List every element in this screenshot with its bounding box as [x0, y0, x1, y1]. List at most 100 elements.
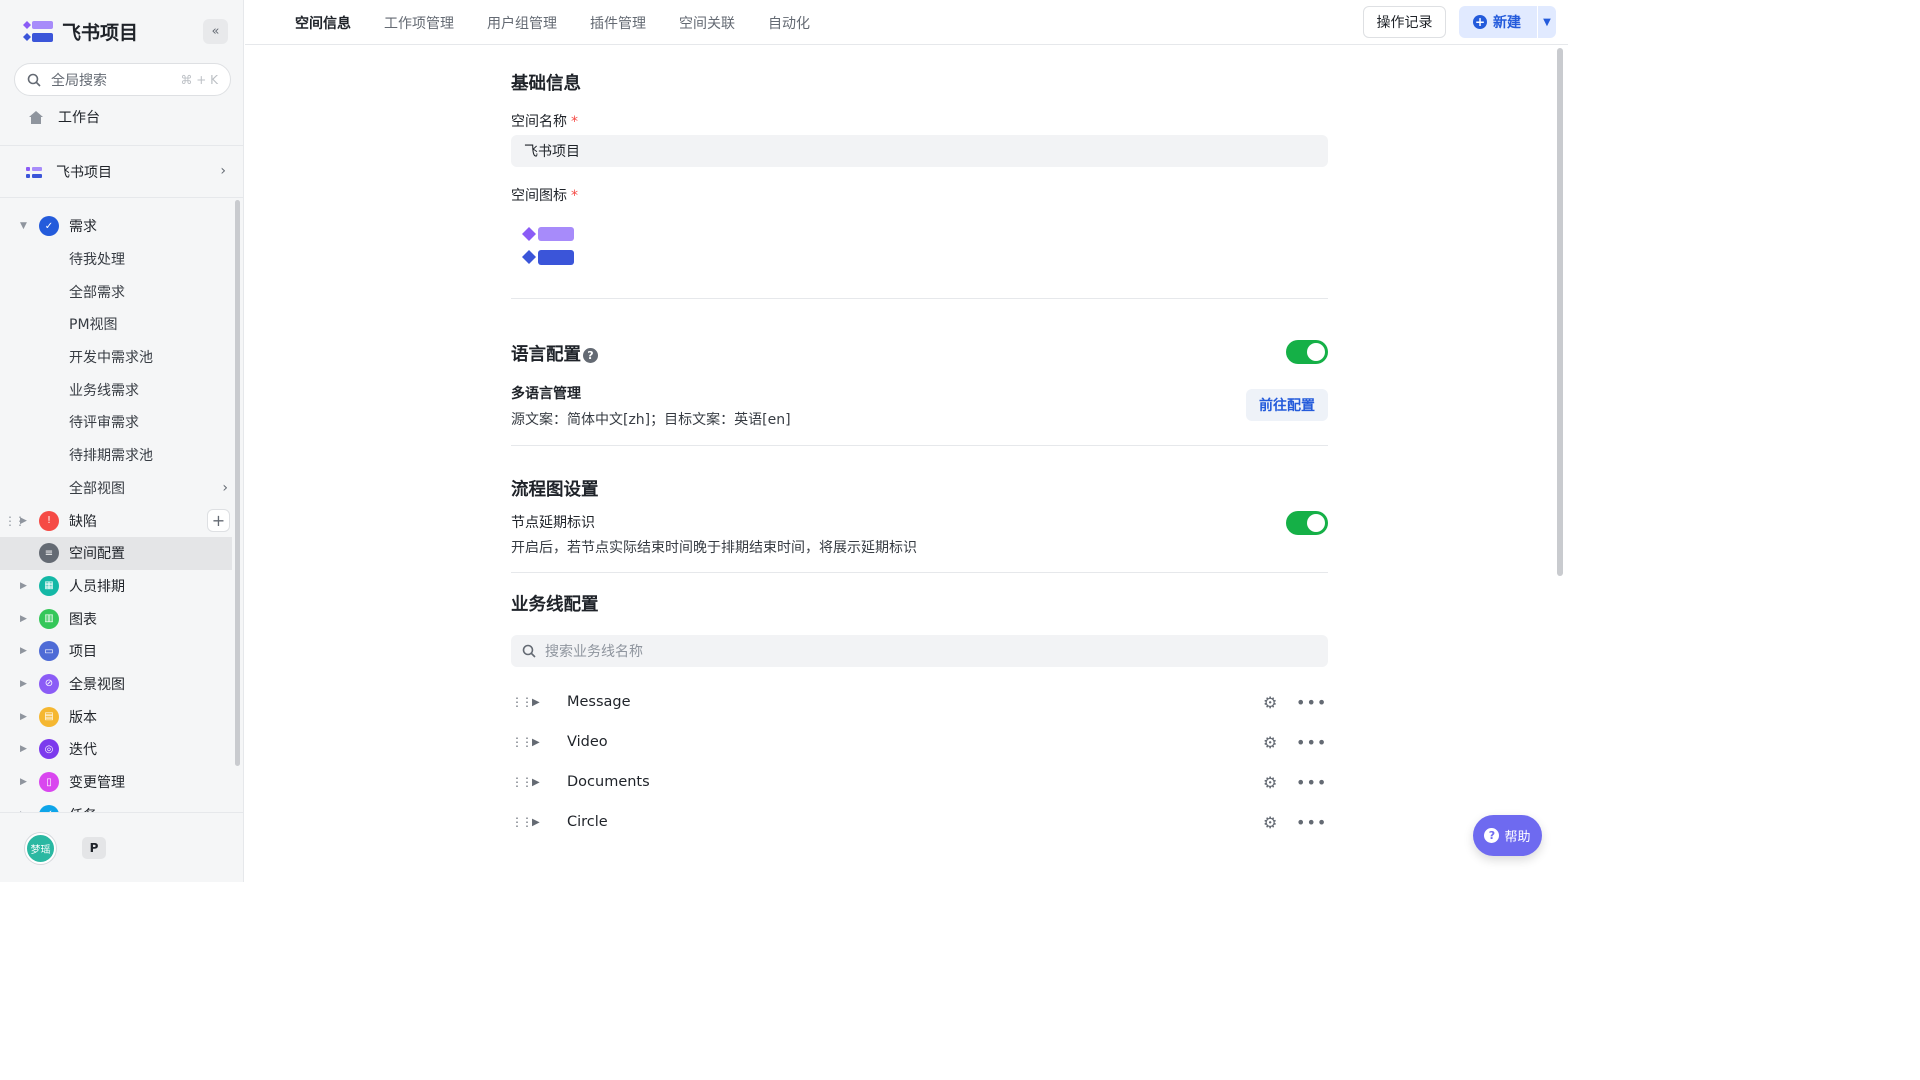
more-icon[interactable]: •••: [1296, 813, 1327, 832]
tree-item-space-config[interactable]: ≡ 空间配置: [0, 536, 232, 570]
operation-log-button[interactable]: 操作记录: [1363, 6, 1446, 38]
tree-item-panorama[interactable]: ▶ ⊘ 全景视图: [0, 668, 232, 701]
tab-user-group-management[interactable]: 用户组管理: [487, 13, 557, 33]
caret-down-icon[interactable]: ▼: [20, 221, 29, 231]
profile-badge[interactable]: P: [82, 837, 106, 859]
space-switcher[interactable]: 飞书项目 ›: [26, 161, 226, 183]
drag-handle-icon[interactable]: ⋮⋮: [511, 815, 533, 829]
collapse-sidebar-button[interactable]: «: [203, 19, 228, 44]
new-dropdown-button[interactable]: ▼: [1538, 17, 1556, 28]
drag-handle-icon[interactable]: ⋮⋮: [511, 695, 533, 709]
more-icon[interactable]: •••: [1296, 693, 1327, 712]
gear-icon[interactable]: ⚙: [1263, 813, 1277, 832]
tree-item-staffing[interactable]: ▶ ▦ 人员排期: [0, 570, 232, 603]
tree-item-charts[interactable]: ▶ ▥ 图表: [0, 602, 232, 635]
drag-handle-icon[interactable]: ⋮⋮: [511, 775, 533, 789]
new-button[interactable]: + 新建: [1459, 12, 1537, 32]
more-icon[interactable]: •••: [1296, 773, 1327, 792]
caret-right-icon[interactable]: ▶: [20, 712, 29, 722]
question-icon[interactable]: ?: [583, 348, 598, 363]
content-scrollbar[interactable]: [1557, 48, 1563, 576]
tree-item-projects[interactable]: ▶ ▭ 项目: [0, 635, 232, 668]
business-line-name: Message: [567, 694, 631, 710]
go-to-config-button[interactable]: 前往配置: [1246, 389, 1328, 421]
node-delay-toggle[interactable]: [1286, 511, 1328, 535]
language-toggle[interactable]: [1286, 340, 1328, 364]
tab-bar: 空间信息 工作项管理 用户组管理 插件管理 空间关联 自动化: [295, 13, 810, 33]
caret-right-icon[interactable]: ▶: [532, 817, 540, 828]
calendar-grid-icon: ▦: [39, 575, 59, 596]
avatar[interactable]: 梦瑶: [25, 833, 56, 864]
sidebar-item-workbench[interactable]: 工作台: [28, 106, 100, 128]
tab-automation[interactable]: 自动化: [768, 13, 810, 33]
tab-space-info[interactable]: 空间信息: [295, 13, 351, 33]
search-icon: [522, 644, 536, 658]
settings-list-icon: ≡: [39, 543, 59, 564]
caret-right-icon[interactable]: ▶: [532, 777, 540, 788]
tree-item-requirements[interactable]: ▼ ✓ 需求: [0, 210, 232, 243]
gear-icon[interactable]: ⚙: [1263, 733, 1277, 752]
business-line-row[interactable]: ⋮⋮ ▶ Circle ⚙ •••: [511, 802, 1328, 842]
business-line-row[interactable]: ⋮⋮ ▶ Documents ⚙ •••: [511, 762, 1328, 802]
space-name-input[interactable]: 飞书项目: [511, 135, 1328, 167]
caret-right-icon[interactable]: ▶: [20, 744, 29, 754]
caret-right-icon[interactable]: ▶: [532, 737, 540, 748]
global-search[interactable]: 全局搜索 ⌘ + K: [14, 63, 231, 96]
bar-chart-icon: ▥: [39, 608, 59, 629]
top-bar: 空间信息 工作项管理 用户组管理 插件管理 空间关联 自动化 操作记录 + 新建…: [245, 0, 1568, 45]
business-line-row[interactable]: ⋮⋮ ▶ Video ⚙ •••: [511, 722, 1328, 762]
defect-icon: !: [39, 510, 59, 531]
tree-item-tasks[interactable]: ▶ ✓ 任务: [0, 798, 232, 812]
space-list-icon: [26, 166, 42, 178]
divider: [511, 445, 1328, 446]
add-button[interactable]: +: [207, 509, 230, 533]
more-icon[interactable]: •••: [1296, 733, 1327, 752]
tree-item-label: 开发中需求池: [69, 350, 153, 367]
double-chevron-left-icon: «: [211, 24, 220, 39]
tab-work-item-management[interactable]: 工作项管理: [384, 13, 454, 33]
tree-subitem[interactable]: 待评审需求: [0, 406, 232, 439]
tree-subitem[interactable]: 全部需求: [0, 275, 232, 308]
tree-subitem[interactable]: 开发中需求池: [0, 341, 232, 374]
divider: [0, 145, 244, 146]
caret-right-icon[interactable]: ▶: [20, 646, 29, 656]
bookmark-icon: ▯: [39, 772, 59, 793]
drag-handle-icon[interactable]: ⋮⋮: [511, 735, 533, 749]
tree-item-iterations[interactable]: ▶ ◎ 迭代: [0, 733, 232, 766]
tree-subitem-all-views[interactable]: 全部视图 ›: [0, 472, 232, 505]
sidebar-scrollbar[interactable]: [235, 200, 240, 766]
search-placeholder: 搜索业务线名称: [545, 644, 643, 660]
app-logo[interactable]: 飞书项目: [22, 18, 138, 45]
sidebar: 飞书项目 « 全局搜索 ⌘ + K 工作台 飞书项目 › ▼ ✓ 需求 待我处理…: [0, 0, 244, 882]
search-shortcut: ⌘ + K: [180, 72, 218, 87]
gear-icon[interactable]: ⚙: [1263, 773, 1277, 792]
business-line-row[interactable]: ⋮⋮ ▶ Message ⚙ •••: [511, 682, 1328, 722]
tree-item-label: 变更管理: [69, 775, 125, 792]
tree-item-versions[interactable]: ▶ ▤ 版本: [0, 700, 232, 733]
caret-right-icon[interactable]: ▶: [20, 581, 29, 591]
business-line-search[interactable]: 搜索业务线名称: [511, 635, 1328, 667]
tree-item-label: 缺陷: [69, 513, 97, 530]
tab-space-association[interactable]: 空间关联: [679, 13, 735, 33]
caret-right-icon[interactable]: ▶: [20, 614, 29, 624]
gear-icon[interactable]: ⚙: [1263, 693, 1277, 712]
caret-right-icon[interactable]: ▶: [20, 777, 29, 787]
tree-item-change-management[interactable]: ▶ ▯ 变更管理: [0, 766, 232, 799]
tree-subitem[interactable]: 待我处理: [0, 243, 232, 276]
node-delay-title: 节点延期标识: [511, 515, 595, 531]
tree-subitem[interactable]: 待排期需求池: [0, 439, 232, 472]
help-button[interactable]: ? 帮助: [1473, 815, 1542, 856]
business-line-name: Video: [567, 734, 608, 750]
tree-item-defects[interactable]: ⋮⋮ ▶ ! 缺陷 +: [0, 504, 232, 537]
plus-circle-icon: +: [1473, 15, 1487, 29]
caret-right-icon[interactable]: ▶: [20, 516, 29, 526]
tree-item-label: 项目: [69, 644, 97, 661]
tree-subitem[interactable]: PM视图: [0, 308, 232, 341]
caret-right-icon[interactable]: ▶: [20, 679, 29, 689]
caret-right-icon[interactable]: ▶: [532, 697, 540, 708]
chevron-right-icon: ›: [222, 479, 228, 496]
tab-plugin-management[interactable]: 插件管理: [590, 13, 646, 33]
node-delay-desc: 开启后，若节点实际结束时间晚于排期结束时间，将展示延期标识: [511, 540, 917, 556]
space-icon-picker[interactable]: [519, 221, 577, 267]
tree-subitem[interactable]: 业务线需求: [0, 373, 232, 406]
